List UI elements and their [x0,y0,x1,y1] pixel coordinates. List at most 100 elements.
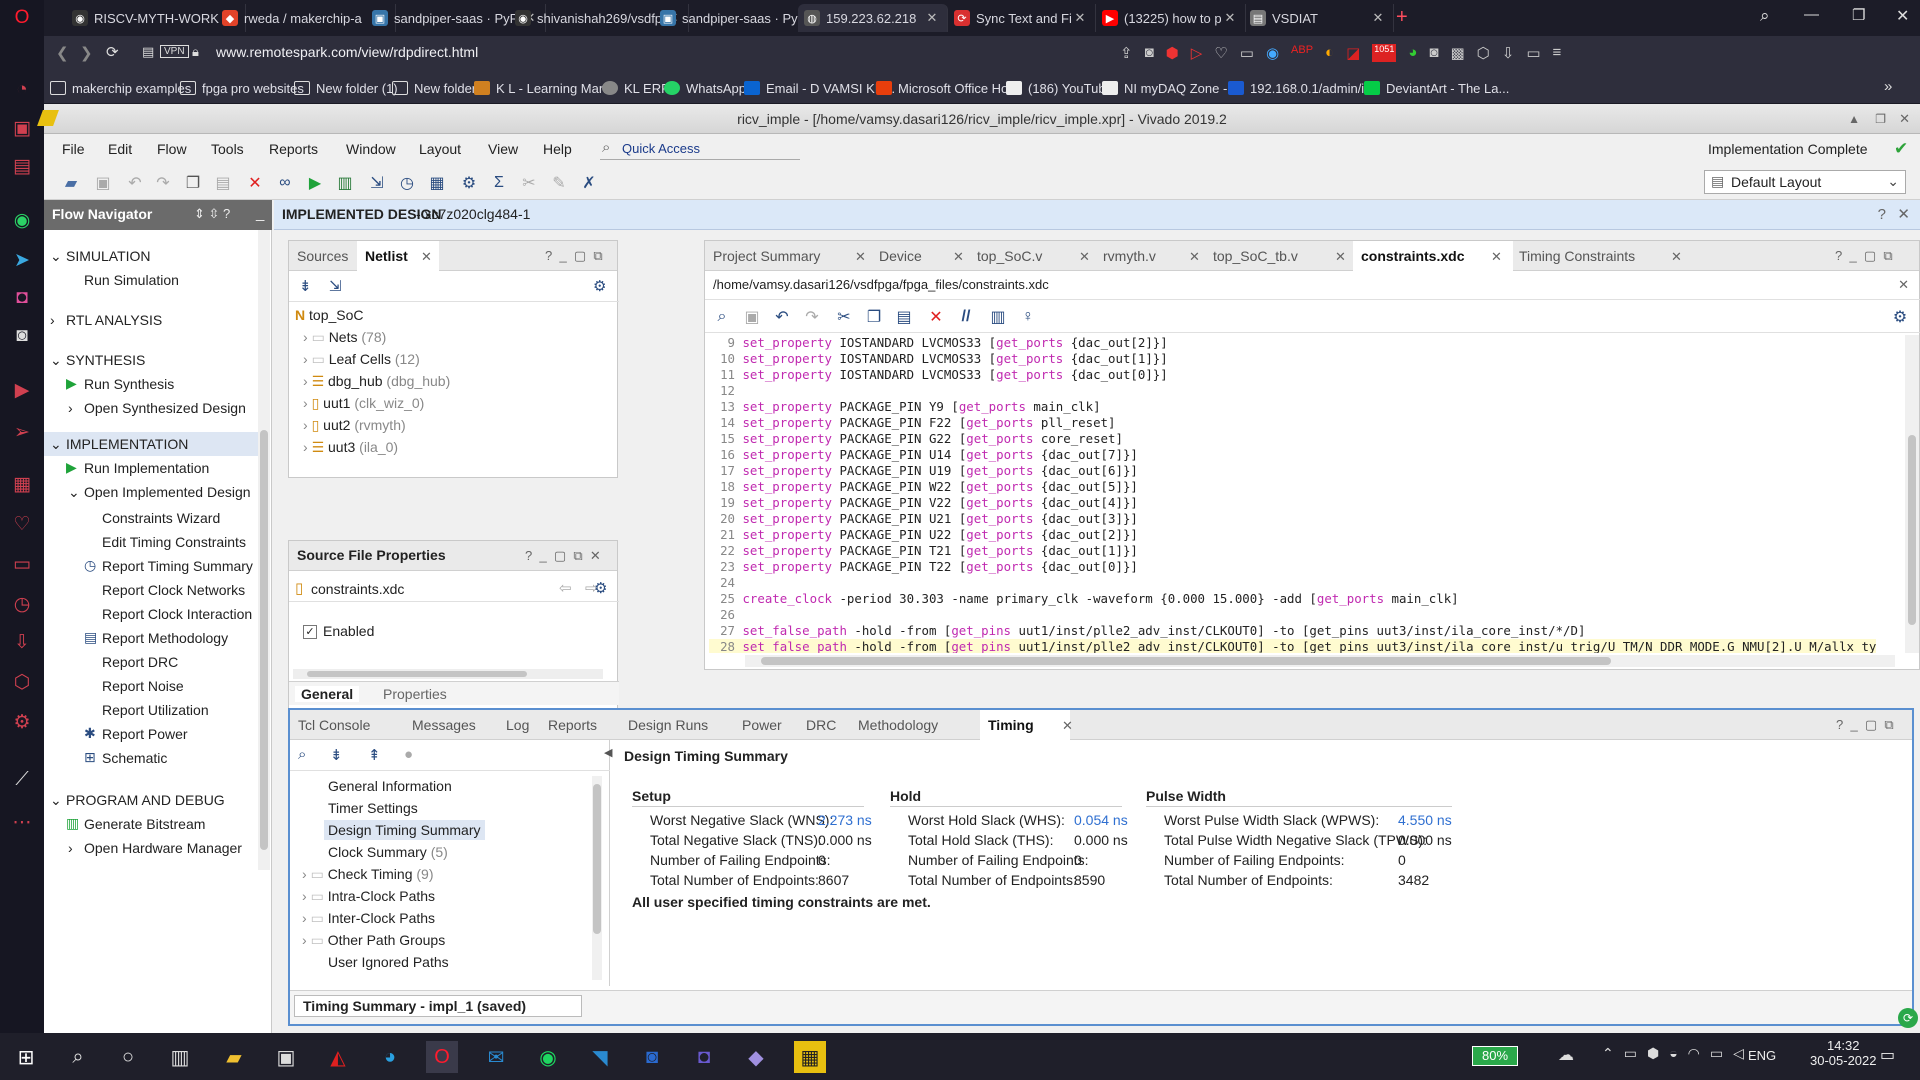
quick-access-field[interactable]: ⌕ Quick Access [600,138,800,160]
camera-icon[interactable]: ◙ [1145,44,1154,62]
settings-icon[interactable]: ⚙ [458,172,480,194]
close-window-icon[interactable]: ✕ [1896,6,1909,26]
save-icon[interactable]: ▣ [92,172,114,194]
nav-schematic[interactable]: Schematic [102,750,167,766]
reload-icon[interactable]: ⟳ [106,43,119,61]
tab-messages[interactable]: Messages [404,710,484,740]
timing-summary-tab[interactable]: Timing Summary - impl_1 (saved) [294,995,582,1017]
wpws-value[interactable]: 4.550 ns [1398,812,1452,828]
wns-value[interactable]: 2.273 ns [818,812,872,828]
sigma-icon[interactable]: Σ [488,172,510,194]
tab-rvmyth-v[interactable]: rvmyth.v [1095,241,1164,271]
netlist-item[interactable]: › ☰ dbg_hub (dbg_hub) [303,373,450,390]
extension-icon[interactable]: ▩ [1450,44,1464,62]
menu-window[interactable]: Window [346,141,396,157]
tree-check-timing[interactable]: › ▭ Check Timing (9) [302,866,434,883]
pdf-icon[interactable]: ◪ [1346,44,1360,62]
app-icon[interactable]: ◆ [740,1041,772,1073]
chevron-down-icon[interactable]: ⌄ [68,484,80,501]
extension-icon[interactable]: ◉ [1266,44,1279,62]
tree-clock-summary[interactable]: Clock Summary (5) [328,844,448,860]
nav-constraints-wizard[interactable]: Constraints Wizard [102,510,220,526]
nav-edit-timing-constraints[interactable]: Edit Timing Constraints [102,534,246,550]
search-icon[interactable]: ⌕ [298,746,306,763]
panel-controls[interactable]: ? _ ▢ ⧉ [545,248,603,264]
run-implementation[interactable]: Run Implementation [84,460,209,476]
store-icon[interactable]: ▣ [270,1041,302,1073]
cross-tool-icon[interactable]: ✗ [578,172,600,194]
browser-tab[interactable]: ▶(13225) how to progr✕ [1096,4,1246,32]
run-icon[interactable]: ▶ [304,172,326,194]
close-icon[interactable]: ✕ [1189,249,1200,265]
close-icon[interactable]: ✕ [1071,10,1089,26]
columns-icon[interactable]: ▥ [987,306,1009,328]
clipboard-icon[interactable]: ▤ [142,44,154,60]
nav-report-clock-interaction[interactable]: Report Clock Interaction [102,606,252,622]
chevron-down-icon[interactable]: ⌄ [50,248,62,265]
close-icon[interactable]: ✕ [421,249,432,265]
download-icon[interactable]: ⇩ [1502,44,1515,62]
menu-icon[interactable]: ≡ [1553,44,1562,62]
battery-indicator[interactable]: 80% [1472,1046,1518,1066]
search-icon[interactable]: ⌕ [62,1041,94,1073]
menu-flow[interactable]: Flow [157,141,187,157]
close-icon[interactable]: ✕ [1491,249,1502,265]
nav-report-timing-summary[interactable]: Report Timing Summary [102,558,253,574]
bookmark-link[interactable]: NI myDAQ Zone -... [1102,78,1238,98]
props-scrollbar[interactable] [293,669,603,679]
netlist-item[interactable]: › ▯ uut2 (rvmyth) [303,417,406,434]
play-icon[interactable]: ▷ [1191,44,1203,62]
tab-design-runs[interactable]: Design Runs [620,710,716,740]
gear-icon[interactable]: ⚙ [593,277,606,295]
record-icon[interactable]: ● [404,746,413,763]
notification-icon[interactable]: ▭ [1880,1045,1895,1065]
enabled-checkbox[interactable]: ✓ [303,625,317,639]
tree-scrollbar-thumb[interactable] [593,784,601,934]
downloads-icon[interactable]: ⇩ [8,628,36,656]
timer-icon[interactable]: ◷ [396,172,418,194]
menu-reports[interactable]: Reports [269,141,318,157]
tab-device[interactable]: Device [871,241,930,271]
section-simulation[interactable]: SIMULATION [66,248,151,264]
extension-icon[interactable]: ◕ [1408,44,1417,62]
run-simulation[interactable]: Run Simulation [84,272,179,288]
url-field[interactable]: www.remotespark.com/view/rdpdirect.html [216,44,478,60]
section-rtl[interactable]: RTL ANALYSIS [66,312,162,328]
status-indicator-icon[interactable]: ⟳ [1898,1008,1918,1028]
generate-bitstream[interactable]: Generate Bitstream [84,816,205,832]
tab-reports[interactable]: Reports [540,710,605,740]
whatsapp-icon[interactable]: ◉ [8,206,36,234]
acrobat-icon[interactable]: ◭ [322,1041,354,1073]
back-icon[interactable]: ⇦ [559,579,572,597]
panel-controls[interactable]: ? _ ▢ ⧉ ✕ [525,548,601,564]
more-icon[interactable]: ⋯ [8,808,36,836]
bookmark-link[interactable]: 192.168.0.1/admin/i... [1228,78,1375,98]
tree-general-information[interactable]: General Information [328,778,452,794]
chevron-up-icon[interactable]: ⌃ [1602,1045,1614,1062]
undo-icon[interactable]: ↶ [771,306,793,328]
clock[interactable]: 14:32 30-05-2022 [1810,1038,1877,1068]
menu-view[interactable]: View [488,141,518,157]
opera-logo-icon[interactable]: O [8,4,36,32]
bookmark-folder[interactable]: fpga pro websites [180,78,304,98]
minimize-icon[interactable]: ▲ [1848,104,1860,134]
bookmark-folder[interactable]: New folder [392,78,476,98]
tabs-icon[interactable]: ▭ [8,550,36,578]
outlook-icon[interactable]: ◙ [636,1041,668,1073]
nav-report-utilization[interactable]: Report Utilization [102,702,209,718]
netlist-root[interactable]: N top_SoC [295,307,364,323]
editor-hscroll[interactable] [745,655,1895,667]
netlist-item[interactable]: › ▭ Leaf Cells (12) [303,351,420,368]
adblock-icon[interactable]: ABP [1291,44,1313,62]
tree-user-ignored-paths[interactable]: User Ignored Paths [328,954,449,970]
bookmark-link[interactable]: Email - D VAMSI KR... [744,78,895,98]
tab-constraints-xdc[interactable]: constraints.xdc [1353,241,1513,271]
task-view-icon[interactable]: ▥ [164,1041,196,1073]
language-indicator[interactable]: ENG [1748,1048,1776,1063]
tree-design-timing-summary[interactable]: Design Timing Summary [324,820,485,840]
collapse-all-icon[interactable]: ⇟ [299,277,312,295]
tab-timing[interactable]: Timing [980,710,1070,740]
open-synthesized-design[interactable]: Open Synthesized Design [84,400,246,416]
collapse-pane-icon[interactable]: ◀ [604,746,612,759]
collapse-icon[interactable]: ⇕ ⇳ ? [194,206,230,222]
